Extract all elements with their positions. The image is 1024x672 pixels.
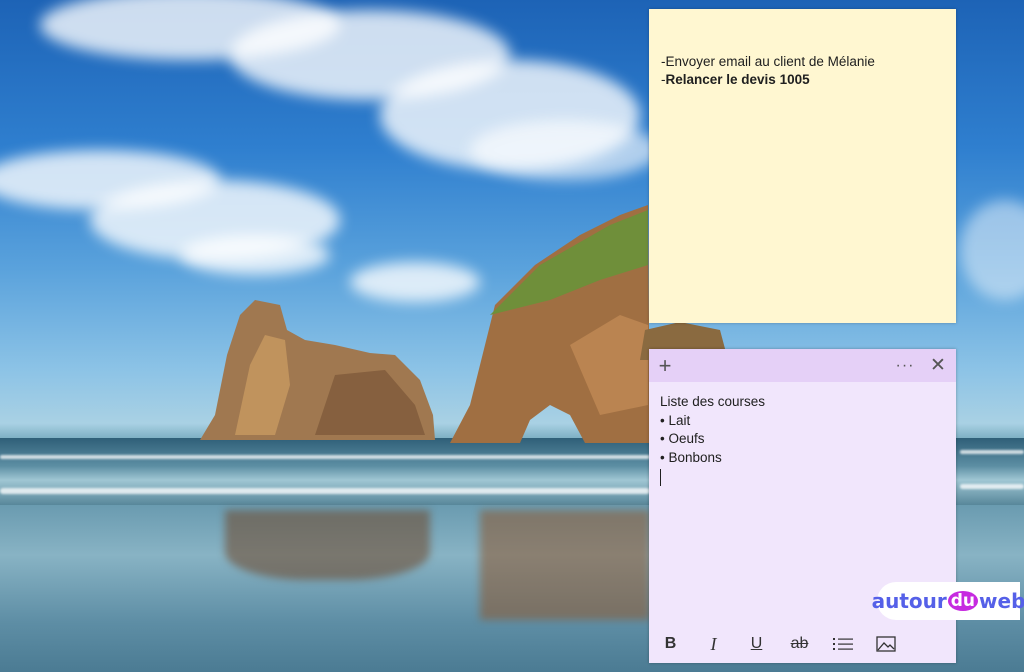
close-note-button[interactable]: ✕ (922, 349, 954, 382)
add-note-button[interactable]: + (649, 349, 681, 382)
format-toolbar: B I U ab (649, 625, 956, 663)
list-item: • Oeufs (660, 431, 705, 446)
sticky-note-yellow[interactable]: -Envoyer email au client de Mélanie -Rel… (649, 9, 956, 323)
watermark-logo: autour du web (872, 582, 1024, 620)
note-content[interactable]: -Envoyer email au client de Mélanie -Rel… (649, 9, 956, 89)
underline-button[interactable]: U (735, 625, 778, 663)
ellipsis-icon: ··· (895, 356, 915, 374)
plus-icon: + (658, 352, 672, 378)
insert-image-button[interactable] (864, 625, 907, 663)
note-line: -Envoyer email au client de Mélanie (661, 54, 875, 69)
bold-button[interactable]: B (649, 625, 692, 663)
note-line: -Relancer le devis 1005 (661, 72, 810, 87)
italic-button[interactable]: I (692, 625, 735, 663)
note-titlebar[interactable]: + ··· ✕ (649, 349, 956, 382)
note-content[interactable]: Liste des courses • Lait • Oeufs • Bonbo… (649, 382, 956, 492)
strikethrough-button[interactable]: ab (778, 625, 821, 663)
bullet-list-icon (832, 638, 853, 650)
more-options-button[interactable]: ··· (889, 349, 921, 382)
bullet-list-button[interactable] (821, 625, 864, 663)
list-item: • Lait (660, 412, 691, 428)
image-icon (875, 636, 896, 652)
text-cursor (660, 469, 661, 486)
list-item: • Bonbons (660, 449, 722, 465)
note-title-line: Liste des courses (660, 394, 766, 409)
close-icon: ✕ (930, 355, 946, 376)
